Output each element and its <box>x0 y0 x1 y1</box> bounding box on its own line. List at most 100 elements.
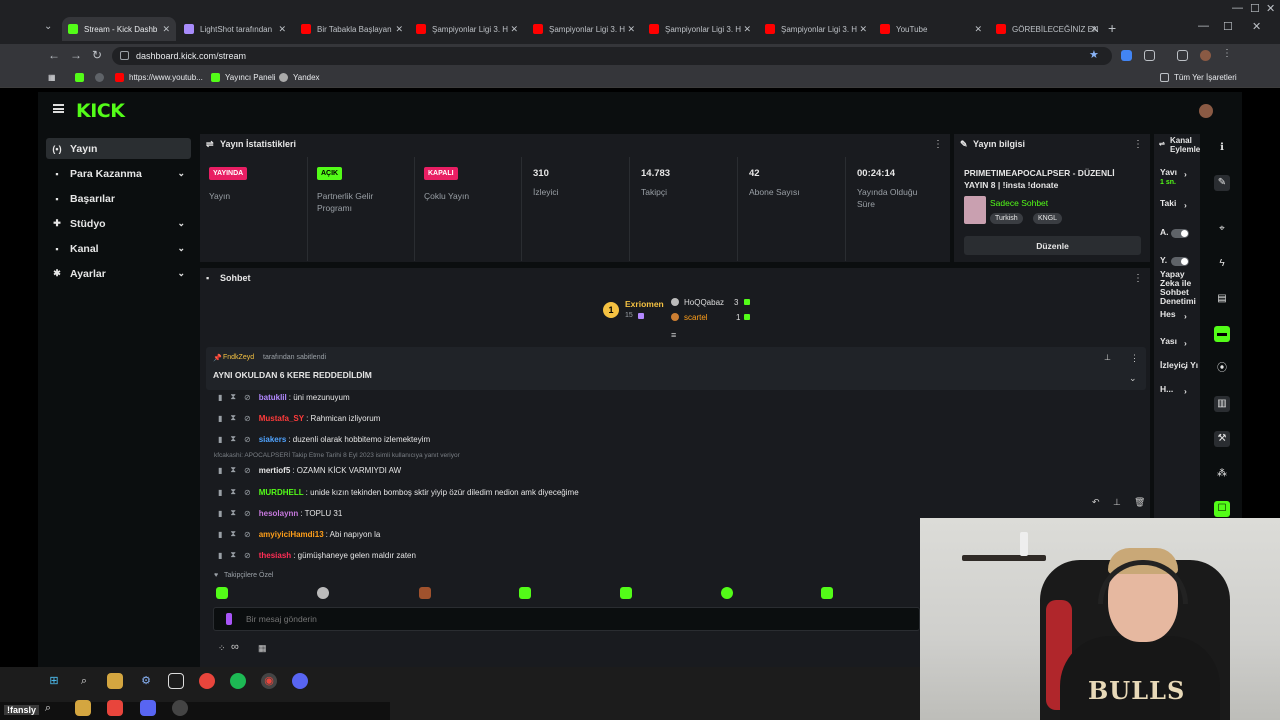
close-window-icon[interactable]: ✕ <box>1252 20 1261 33</box>
reply-icon[interactable]: ↶ <box>1092 497 1100 508</box>
timeout-icon[interactable]: ⧗ <box>230 392 236 402</box>
tab-close-icon[interactable]: ✕ <box>859 24 867 35</box>
chat-username[interactable]: mertiof5 <box>259 466 291 475</box>
timeout-icon[interactable]: ⧗ <box>230 434 236 444</box>
delete-icon[interactable]: ▮ <box>218 393 222 402</box>
browser-tab[interactable]: Bir Tabakla Başlayan ✕ <box>295 17 409 41</box>
ban-icon[interactable]: ⊘ <box>244 509 251 518</box>
chevron-right-icon[interactable]: › <box>1184 363 1187 372</box>
ban-icon[interactable]: ⊘ <box>244 435 251 444</box>
tab-close-icon[interactable]: ✕ <box>278 24 286 35</box>
toggle-switch[interactable] <box>1171 257 1189 266</box>
bookmark-yayinci-paneli[interactable]: Yayıncı Paneli <box>211 73 276 82</box>
emote[interactable] <box>721 587 733 599</box>
emote[interactable] <box>216 587 228 599</box>
site-info-icon[interactable] <box>120 51 129 60</box>
delete-icon[interactable]: ▮ <box>218 466 222 475</box>
search-icon[interactable]: ⌕ <box>76 673 92 689</box>
delete-icon[interactable]: ▮ <box>218 488 222 497</box>
mic-icon[interactable] <box>226 613 232 625</box>
tab-close-icon[interactable]: ✕ <box>510 24 518 35</box>
layout-icon[interactable]: ▥ <box>1214 396 1230 412</box>
stats-menu-icon[interactable]: ⋮ <box>933 139 943 150</box>
share-icon[interactable]: ⁂ <box>1214 466 1230 482</box>
profile-avatar[interactable] <box>1200 50 1211 61</box>
tab-search-chevron-icon[interactable]: ⌄ <box>44 21 52 32</box>
broadcast-icon[interactable]: ⦿ <box>1214 361 1230 377</box>
downloads-icon[interactable] <box>1177 50 1188 61</box>
emote[interactable] <box>317 587 329 599</box>
bookmark-yandex[interactable]: Yandex <box>279 73 320 82</box>
tab-close-icon[interactable]: ✕ <box>627 24 635 35</box>
chevron-down-icon[interactable]: ⌄ <box>177 168 185 179</box>
chevron-right-icon[interactable]: › <box>1184 387 1187 396</box>
timeout-icon[interactable]: ⧗ <box>230 529 236 539</box>
ban-icon[interactable]: ⊘ <box>244 530 251 539</box>
browser-tab[interactable]: GÖREBİLECEĞİNİZ EN ✕ <box>990 17 1104 41</box>
os-maximize-icon[interactable]: ☐ <box>1250 2 1260 15</box>
chevron-right-icon[interactable]: › <box>1184 170 1187 179</box>
windows-start-icon[interactable]: ⊞ <box>46 673 62 689</box>
chat-username[interactable]: hesolaynn <box>259 509 299 518</box>
delete-icon[interactable]: 🗑 <box>1134 497 1145 508</box>
tab-close-icon[interactable]: ✕ <box>743 24 751 35</box>
bookmark-youtube[interactable]: https://www.youtub... <box>115 73 203 82</box>
edit-icon[interactable]: ✎ <box>1214 175 1230 191</box>
timeout-icon[interactable]: ⧗ <box>230 413 236 423</box>
spotify-icon[interactable] <box>230 673 246 689</box>
chrome-icon[interactable] <box>199 673 215 689</box>
edit-button[interactable]: Düzenle <box>964 236 1141 255</box>
forward-icon[interactable]: → <box>70 48 82 62</box>
tab-close-icon[interactable]: ✕ <box>1090 24 1098 35</box>
delete-icon[interactable]: ▮ <box>218 414 222 423</box>
steam-icon[interactable]: ⚙ <box>138 673 154 689</box>
delete-icon[interactable]: ▮ <box>218 551 222 560</box>
bookmark-star-icon[interactable]: ★ <box>1089 48 1099 61</box>
robot-icon[interactable]: ☐ <box>1214 501 1230 517</box>
emote[interactable] <box>519 587 531 599</box>
sidebar-item[interactable]: (•) Yayın <box>46 138 191 159</box>
extension-icon[interactable] <box>1121 50 1132 61</box>
chat-username[interactable]: amyiyiciHamdi13 <box>259 530 324 539</box>
reload-icon[interactable]: ↻ <box>92 48 102 62</box>
chat-username[interactable]: thesiash <box>259 551 291 560</box>
ban-icon[interactable]: ⊘ <box>244 551 251 560</box>
delete-icon[interactable]: ▮ <box>218 530 222 539</box>
browser-tab[interactable]: Şampiyonlar Ligi 3. H ✕ <box>410 17 524 41</box>
delete-icon[interactable]: ▮ <box>218 509 222 518</box>
timeout-icon[interactable]: ⧗ <box>230 487 236 497</box>
users-icon[interactable]: ⁘ <box>218 643 226 654</box>
obs-icon[interactable]: ◉ <box>261 673 277 689</box>
browser-tab[interactable]: Şampiyonlar Ligi 3. H ✕ <box>527 17 641 41</box>
chat-input[interactable] <box>213 607 920 631</box>
sidebar-item[interactable]: ✚ Stüdyo ⌄ <box>46 213 191 234</box>
browser-tab[interactable]: Şampiyonlar Ligi 3. H ✕ <box>759 17 873 41</box>
timeout-icon[interactable]: ⧗ <box>230 465 236 475</box>
info-menu-icon[interactable]: ⋮ <box>1133 139 1143 150</box>
pinned-menu-icon[interactable]: ⋮ <box>1130 353 1139 364</box>
leader-third-name[interactable]: scartel <box>684 313 708 322</box>
extensions-puzzle-icon[interactable] <box>1144 50 1155 61</box>
timeout-icon[interactable]: ⧗ <box>230 550 236 560</box>
leader-first-name[interactable]: Exriomen <box>625 299 664 309</box>
chat-username[interactable]: Mustafa_SY <box>259 414 304 423</box>
apps-grid-icon[interactable]: ▦ <box>48 73 56 82</box>
browser-tab[interactable]: Şampiyonlar Ligi 3. H ✕ <box>643 17 757 41</box>
emote[interactable] <box>419 587 431 599</box>
calculator-icon[interactable] <box>168 673 184 689</box>
sidebar-item[interactable]: ▪ Para Kazanma ⌄ <box>46 163 191 184</box>
chevron-down-icon[interactable]: ⌄ <box>177 268 185 279</box>
chevron-down-icon[interactable]: ⌄ <box>177 243 185 254</box>
chat-username[interactable]: siakers <box>259 435 287 444</box>
tag-chip[interactable]: KNGL <box>1033 213 1063 224</box>
chat-menu-icon[interactable]: ⋮ <box>1133 273 1143 284</box>
calendar-icon[interactable]: ▦ <box>258 643 267 654</box>
file-explorer-icon[interactable] <box>107 673 123 689</box>
target-icon[interactable]: ⌖ <box>1214 221 1230 237</box>
menu-hamburger-icon[interactable] <box>53 104 64 113</box>
chevron-right-icon[interactable]: › <box>1184 312 1187 321</box>
user-avatar[interactable] <box>1199 104 1213 118</box>
kick-logo[interactable]: KICK <box>76 100 125 122</box>
tab-close-icon[interactable]: ✕ <box>974 24 982 35</box>
back-icon[interactable]: ← <box>48 48 60 62</box>
